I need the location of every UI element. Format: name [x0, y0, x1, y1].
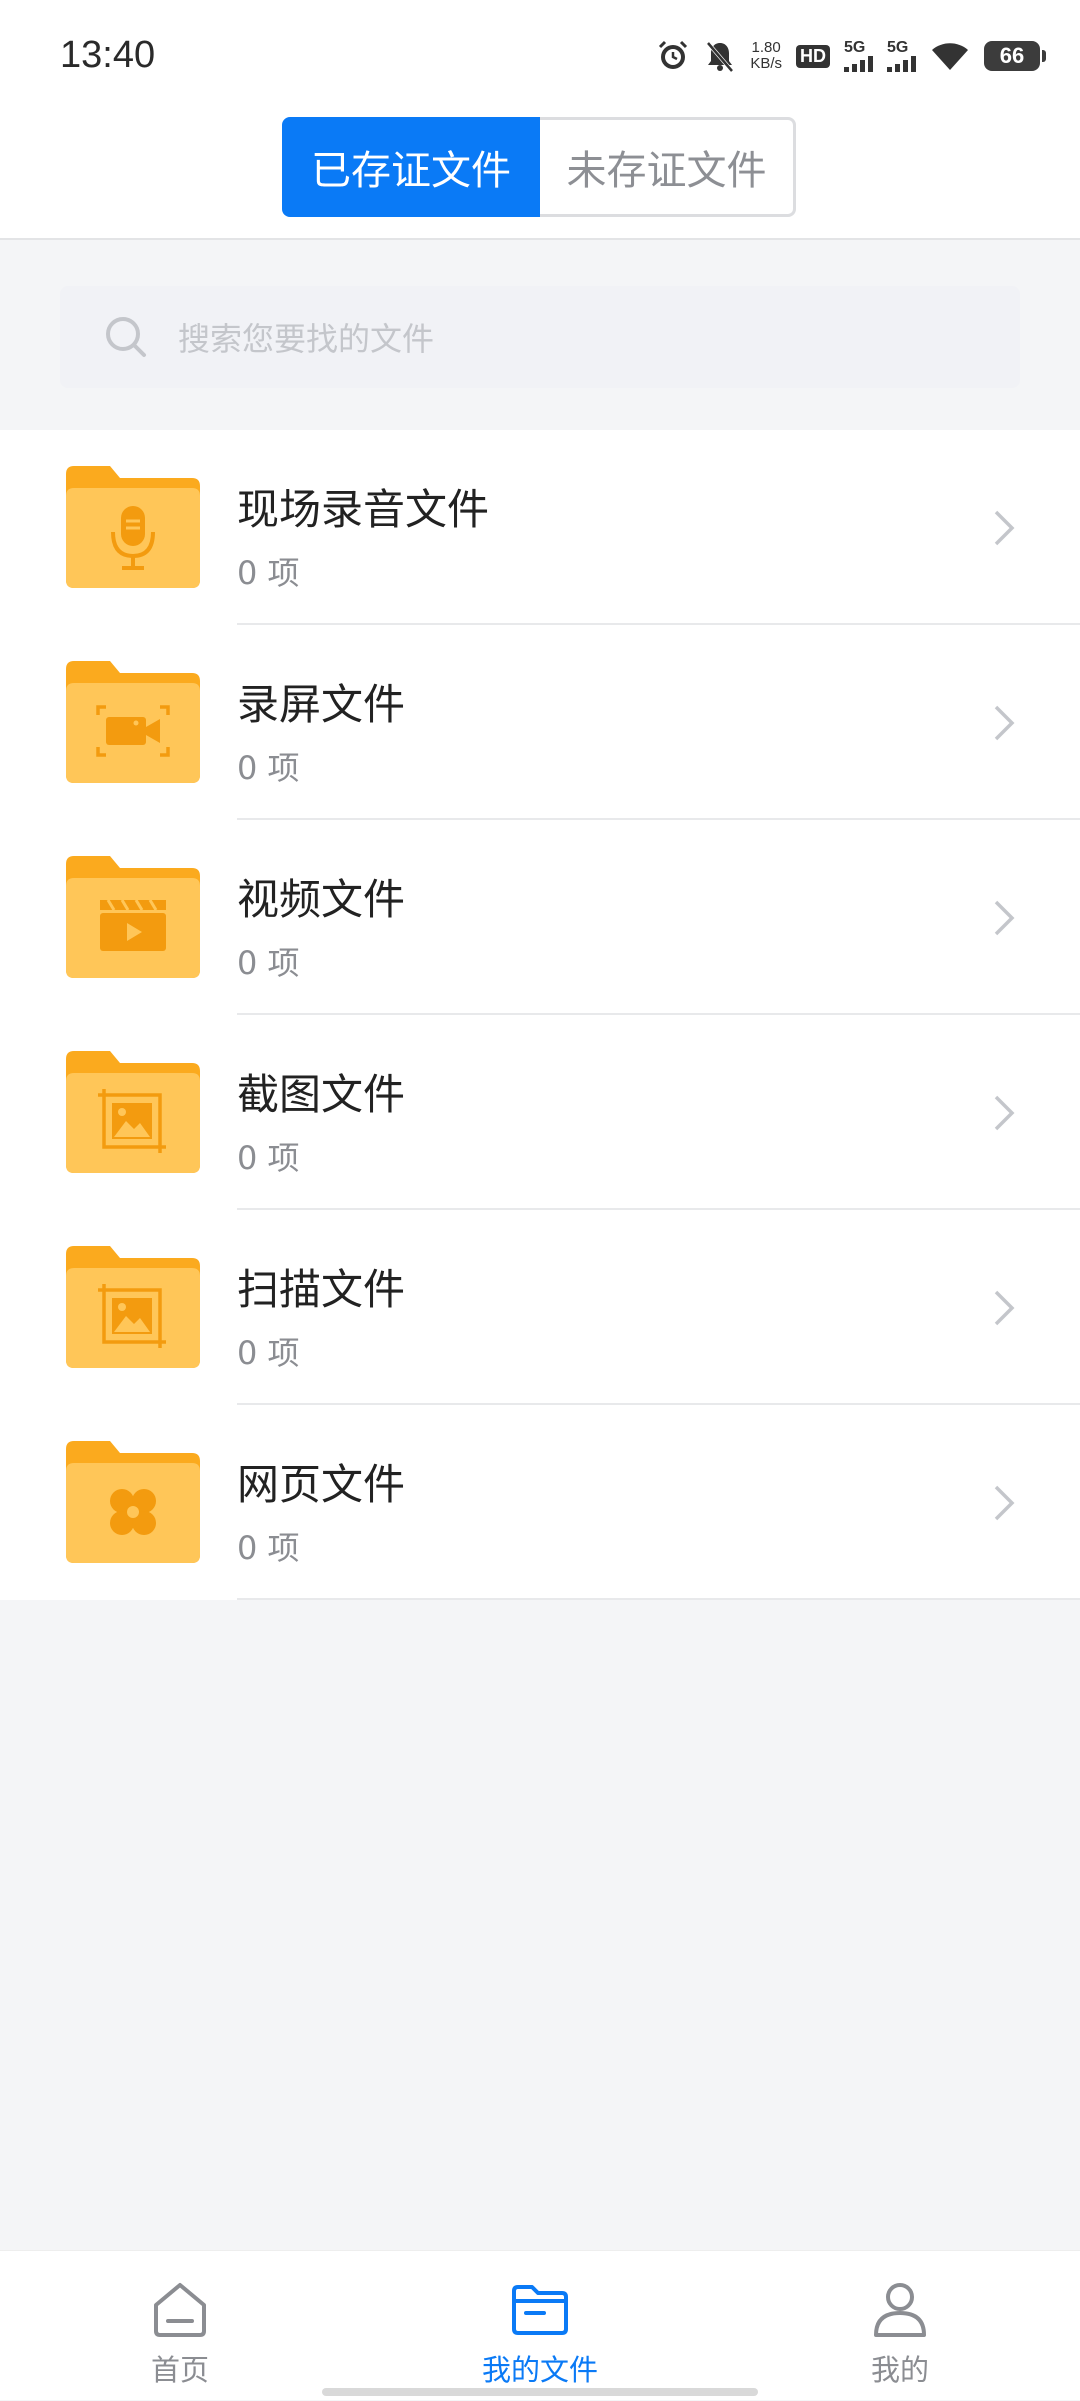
folder-title: 截图文件 [237, 1070, 406, 1119]
chevron-right-icon [994, 1485, 1015, 1521]
chevron-right-icon [994, 1095, 1015, 1131]
search-input[interactable]: 搜索您要找的文件 [178, 314, 434, 360]
top-area: 13:40 1.80 KB/s HD 5G 5G 66 已存证文件 未存证文件 [0, 0, 1080, 240]
user-icon [874, 2283, 926, 2337]
nav-mine[interactable]: 我的 [800, 2251, 1000, 2401]
folder-row-webpages[interactable]: 网页文件 0 项 [0, 1405, 1080, 1600]
folder-count: 0 项 [237, 1334, 300, 1372]
home-indicator[interactable] [322, 2388, 758, 2396]
folder-title: 录屏文件 [237, 680, 406, 729]
nav-home-label: 首页 [150, 2353, 209, 2387]
hd-badge: HD [796, 44, 830, 68]
network-label-2: 5G [887, 39, 909, 56]
microphone-icon [66, 466, 200, 588]
network-speed: 1.80 KB/s [750, 40, 782, 72]
speed-value: 1.80 [751, 39, 781, 56]
divider [237, 1598, 1080, 1600]
folder-row-recordings[interactable]: 现场录音文件 0 项 [0, 430, 1080, 625]
chevron-right-icon [994, 900, 1015, 936]
folder-icon [512, 2285, 568, 2335]
folder-count: 0 项 [237, 554, 300, 592]
chevron-right-icon [994, 1290, 1015, 1326]
signal-bars-icon [844, 56, 873, 72]
battery-level: 66 [999, 43, 1025, 68]
status-bar: 13:40 1.80 KB/s HD 5G 5G 66 [0, 0, 1080, 110]
alarm-icon [656, 39, 690, 73]
network-label-1: 5G [844, 39, 866, 56]
folder-row-videos[interactable]: 视频文件 0 项 [0, 820, 1080, 1015]
mute-bell-icon [704, 39, 736, 73]
folder-count: 0 项 [237, 1139, 300, 1177]
nav-mine-label: 我的 [870, 2353, 929, 2387]
wifi-icon [930, 40, 970, 72]
chevron-right-icon [994, 510, 1015, 546]
screenshot-icon [66, 1051, 200, 1173]
folder-count: 0 项 [237, 944, 300, 982]
folder-title: 视频文件 [237, 875, 406, 924]
chevron-right-icon [994, 705, 1015, 741]
hd-label: HD [796, 44, 830, 68]
folder-title: 现场录音文件 [237, 485, 490, 534]
folder-title: 网页文件 [237, 1460, 406, 1509]
bottom-nav: 首页 我的文件 我的 [0, 2250, 1080, 2400]
folder-count: 0 项 [237, 1529, 300, 1567]
folder-row-screen-recordings[interactable]: 录屏文件 0 项 [0, 625, 1080, 820]
file-status-tabs: 已存证文件 未存证文件 [282, 117, 796, 217]
folder-title: 扫描文件 [237, 1265, 406, 1314]
signal-5g-1: 5G [844, 40, 873, 72]
nav-home[interactable]: 首页 [80, 2251, 280, 2401]
screen-record-icon [66, 661, 200, 783]
nav-my-files[interactable]: 我的文件 [440, 2251, 640, 2401]
folder-row-screenshots[interactable]: 截图文件 0 项 [0, 1015, 1080, 1210]
battery-icon: 66 [984, 41, 1046, 71]
tab-certified-files[interactable]: 已存证文件 [282, 117, 540, 217]
speed-unit: KB/s [750, 55, 782, 72]
status-time: 13:40 [60, 34, 156, 76]
tab-uncertified-files[interactable]: 未存证文件 [540, 117, 796, 217]
signal-5g-2: 5G [887, 40, 916, 72]
signal-bars-icon [887, 56, 916, 72]
search-bar[interactable]: 搜索您要找的文件 [60, 286, 1020, 388]
video-clapper-icon [66, 856, 200, 978]
folder-count: 0 项 [237, 749, 300, 787]
nav-my-files-label: 我的文件 [481, 2353, 598, 2387]
folder-list: 现场录音文件 0 项 录屏文件 0 项 视频文件 0 项 截图文件 0 项 扫描… [0, 430, 1080, 1600]
status-icons: 1.80 KB/s HD 5G 5G 66 [656, 36, 1046, 76]
scan-icon [66, 1246, 200, 1368]
folder-row-scans[interactable]: 扫描文件 0 项 [0, 1210, 1080, 1405]
search-icon [102, 313, 150, 361]
home-icon [154, 2283, 206, 2337]
webpage-icon [66, 1441, 200, 1563]
